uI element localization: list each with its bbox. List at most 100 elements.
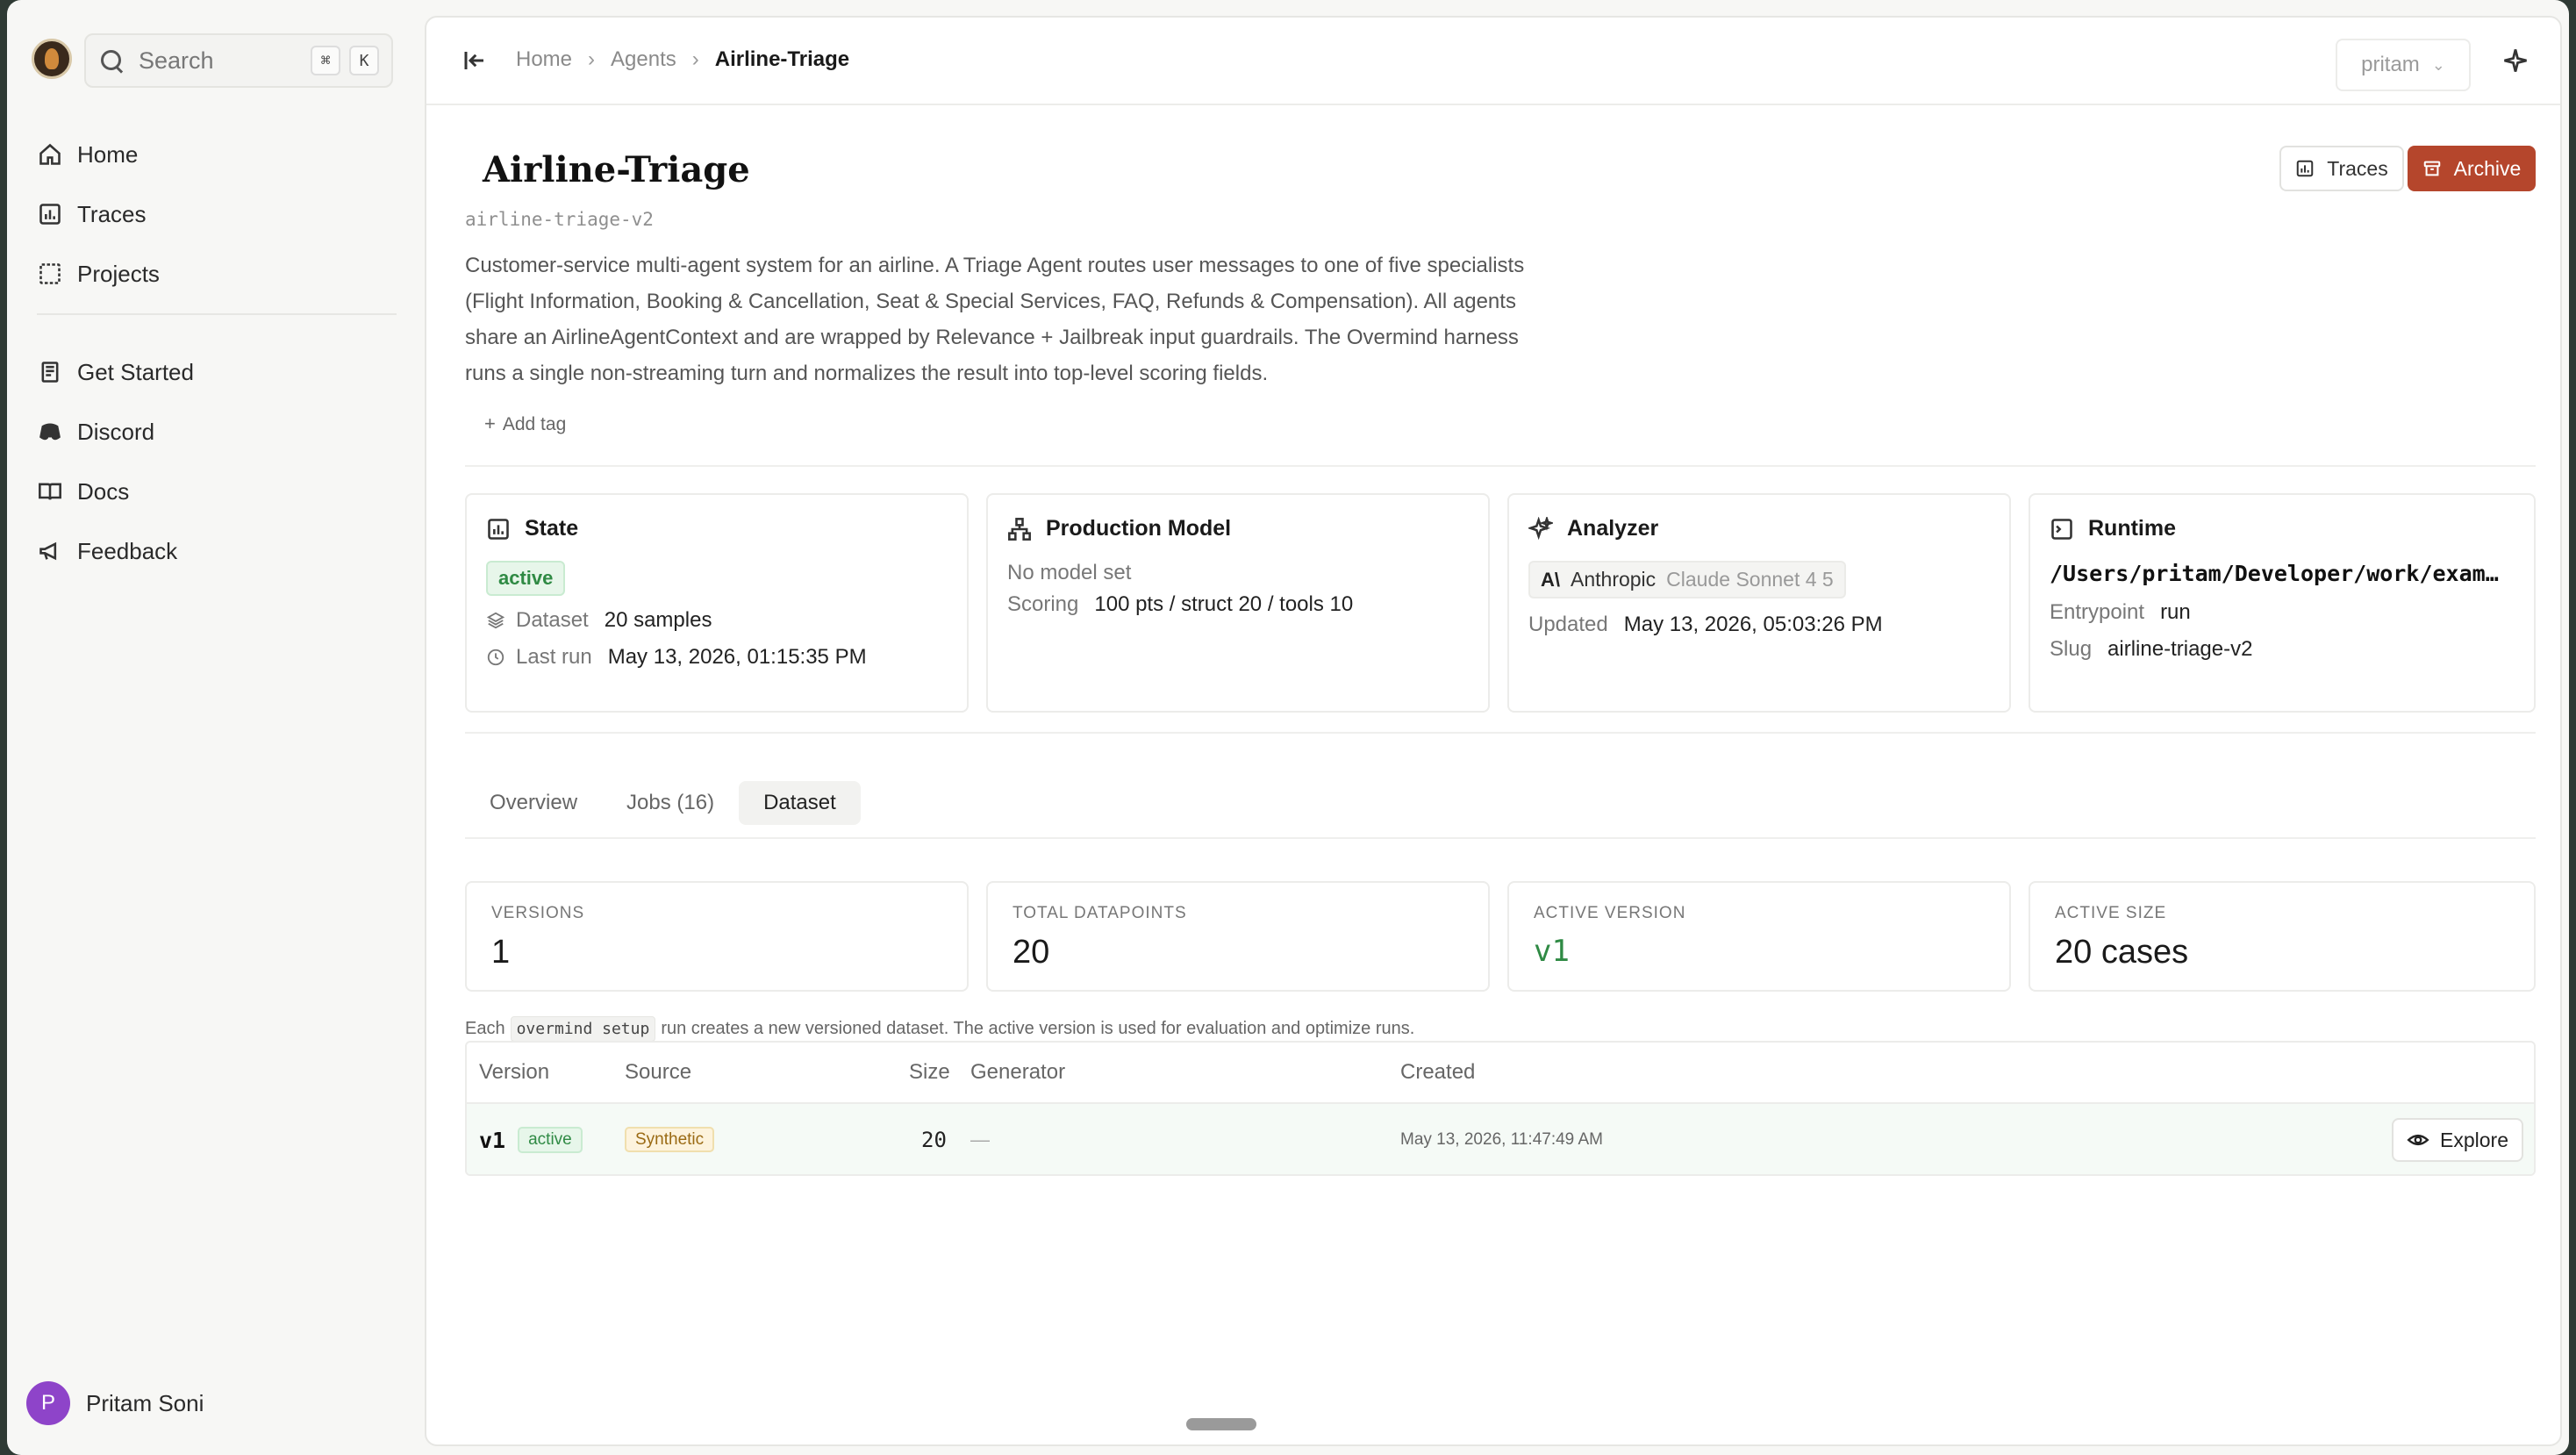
- tab-jobs[interactable]: Jobs (16): [602, 781, 739, 825]
- add-tag-button[interactable]: + Add tag: [484, 412, 566, 435]
- archive-button-label: Archive: [2453, 156, 2522, 180]
- primary-nav: Home Traces Projects: [37, 125, 405, 304]
- column-header-generator: Generator: [970, 1060, 1066, 1084]
- analyzer-title: Analyzer: [1567, 516, 1659, 541]
- updated-value: May 13, 2026, 05:03:26 PM: [1623, 613, 1883, 636]
- stat-value: 1: [491, 934, 511, 971]
- sparkle-icon[interactable]: [2502, 47, 2529, 74]
- updated-label: Updated: [1528, 613, 1608, 636]
- analyzer-model-chip: A\ Anthropic Claude Sonnet 4 5: [1528, 561, 1846, 598]
- stat-active-version: ACTIVE VERSION v1: [1507, 881, 2011, 992]
- topbar: Home › Agents › Airline-Triage pritam ⌄: [426, 18, 2560, 105]
- eye-icon: [2407, 1129, 2429, 1151]
- sidebar-item-traces[interactable]: Traces: [37, 184, 405, 244]
- clock-icon: [486, 648, 505, 667]
- column-header-source: Source: [625, 1060, 692, 1084]
- scroll-handle[interactable]: [1186, 1418, 1256, 1430]
- breadcrumb: Home › Agents › Airline-Triage: [516, 47, 849, 72]
- source-cell: Synthetic: [625, 1127, 715, 1152]
- sidebar-item-label: Discord: [77, 418, 155, 445]
- page-title: Airline-Triage: [483, 149, 750, 190]
- user-profile[interactable]: P Pritam Soni: [26, 1381, 204, 1425]
- avatar: P: [26, 1381, 70, 1425]
- sidebar-item-label: Get Started: [77, 358, 194, 385]
- sparkles-icon: [1527, 514, 1555, 541]
- breadcrumb-current: Airline-Triage: [714, 47, 850, 71]
- note-prefix: Each: [465, 1019, 505, 1038]
- archive-button[interactable]: Archive: [2408, 146, 2536, 191]
- generator-value: —: [970, 1129, 990, 1150]
- tab-dataset[interactable]: Dataset: [739, 781, 861, 825]
- layers-icon: [486, 611, 505, 630]
- table-header: Version Source Size Generator Created: [467, 1043, 2534, 1104]
- state-card-title: State: [525, 516, 579, 541]
- search-placeholder: Search: [139, 47, 214, 74]
- bar-chart-icon: [2295, 159, 2315, 178]
- sidebar-item-home[interactable]: Home: [37, 125, 405, 184]
- main-panel: Home › Agents › Airline-Triage pritam ⌄ …: [425, 16, 2562, 1446]
- traces-button[interactable]: Traces: [2279, 146, 2404, 191]
- collapse-sidebar-icon[interactable]: [462, 47, 488, 74]
- stat-label: TOTAL DATAPOINTS: [1013, 904, 1187, 922]
- shortcut-key-k: K: [349, 46, 379, 75]
- add-tag-label: Add tag: [502, 414, 567, 434]
- production-model-title: Production Model: [1046, 516, 1232, 541]
- sidebar-item-label: Traces: [77, 200, 147, 227]
- explore-button-label: Explore: [2440, 1128, 2508, 1151]
- runtime-title: Runtime: [2088, 516, 2176, 541]
- stat-value: 20 cases: [2055, 934, 2189, 971]
- traces-button-label: Traces: [2327, 156, 2388, 180]
- entrypoint-value: run: [2160, 600, 2191, 624]
- terminal-icon: [2050, 517, 2074, 541]
- hierarchy-icon: [1007, 517, 1032, 541]
- dataset-value: 20 samples: [604, 608, 712, 632]
- sidebar-divider: [37, 313, 397, 315]
- sidebar-item-label: Feedback: [77, 537, 178, 564]
- analyzer-provider: Anthropic: [1571, 568, 1657, 591]
- megaphone-icon: [37, 538, 63, 564]
- runtime-card: Runtime /Users/pritam/Developer/work/exa…: [2029, 493, 2536, 713]
- source-badge: Synthetic: [625, 1127, 715, 1152]
- book-icon: [37, 359, 63, 385]
- sidebar-item-discord[interactable]: Discord: [37, 402, 405, 462]
- entrypoint-label: Entrypoint: [2050, 600, 2145, 624]
- explore-button[interactable]: Explore: [2392, 1118, 2523, 1162]
- app-logo-icon[interactable]: [32, 39, 72, 79]
- version-cell: v1 active: [479, 1127, 583, 1153]
- analyzer-model: Claude Sonnet 4 5: [1666, 568, 1834, 591]
- status-badge: active: [486, 561, 566, 596]
- note-code: overmind setup: [510, 1016, 656, 1042]
- search-icon: [98, 47, 125, 74]
- sidebar-item-docs[interactable]: Docs: [37, 462, 405, 521]
- discord-icon: [37, 419, 63, 445]
- production-model-card: Production Model No model set Scoring 10…: [986, 493, 1490, 713]
- breadcrumb-home[interactable]: Home: [516, 47, 572, 72]
- breadcrumb-agents[interactable]: Agents: [611, 47, 676, 72]
- status-badge: active: [518, 1127, 583, 1153]
- version-value: v1: [479, 1127, 506, 1153]
- chevron-right-icon: ›: [691, 47, 699, 71]
- sidebar-item-label: Docs: [77, 477, 130, 505]
- state-card: State active Dataset 20 samples Last run…: [465, 493, 969, 713]
- dataset-versions-table: Version Source Size Generator Created v1…: [465, 1041, 2536, 1176]
- column-header-version: Version: [479, 1060, 550, 1084]
- sidebar-item-feedback[interactable]: Feedback: [37, 521, 405, 581]
- no-model-text: No model set: [1007, 561, 1132, 584]
- slug-label: Slug: [2050, 637, 2093, 661]
- search-input[interactable]: Search ⌘ K: [84, 33, 393, 88]
- chevron-down-icon: ⌄: [2431, 55, 2445, 74]
- section-divider: [465, 837, 2536, 839]
- bar-chart-icon: [486, 517, 511, 541]
- stat-label: ACTIVE SIZE: [2055, 904, 2167, 922]
- home-icon: [37, 141, 63, 168]
- section-divider: [465, 465, 2536, 467]
- analyzer-card: Analyzer A\ Anthropic Claude Sonnet 4 5 …: [1507, 493, 2011, 713]
- created-value: May 13, 2026, 11:47:49 AM: [1400, 1130, 1603, 1149]
- user-select[interactable]: pritam ⌄: [2336, 39, 2471, 91]
- sidebar-item-get-started[interactable]: Get Started: [37, 342, 405, 402]
- anthropic-icon: A\: [1541, 568, 1560, 591]
- sidebar-item-projects[interactable]: Projects: [37, 244, 405, 304]
- tab-overview[interactable]: Overview: [465, 781, 602, 825]
- table-row[interactable]: v1 active Synthetic 20 — May 13, 2026, 1…: [467, 1104, 2534, 1174]
- stat-versions: VERSIONS 1: [465, 881, 969, 992]
